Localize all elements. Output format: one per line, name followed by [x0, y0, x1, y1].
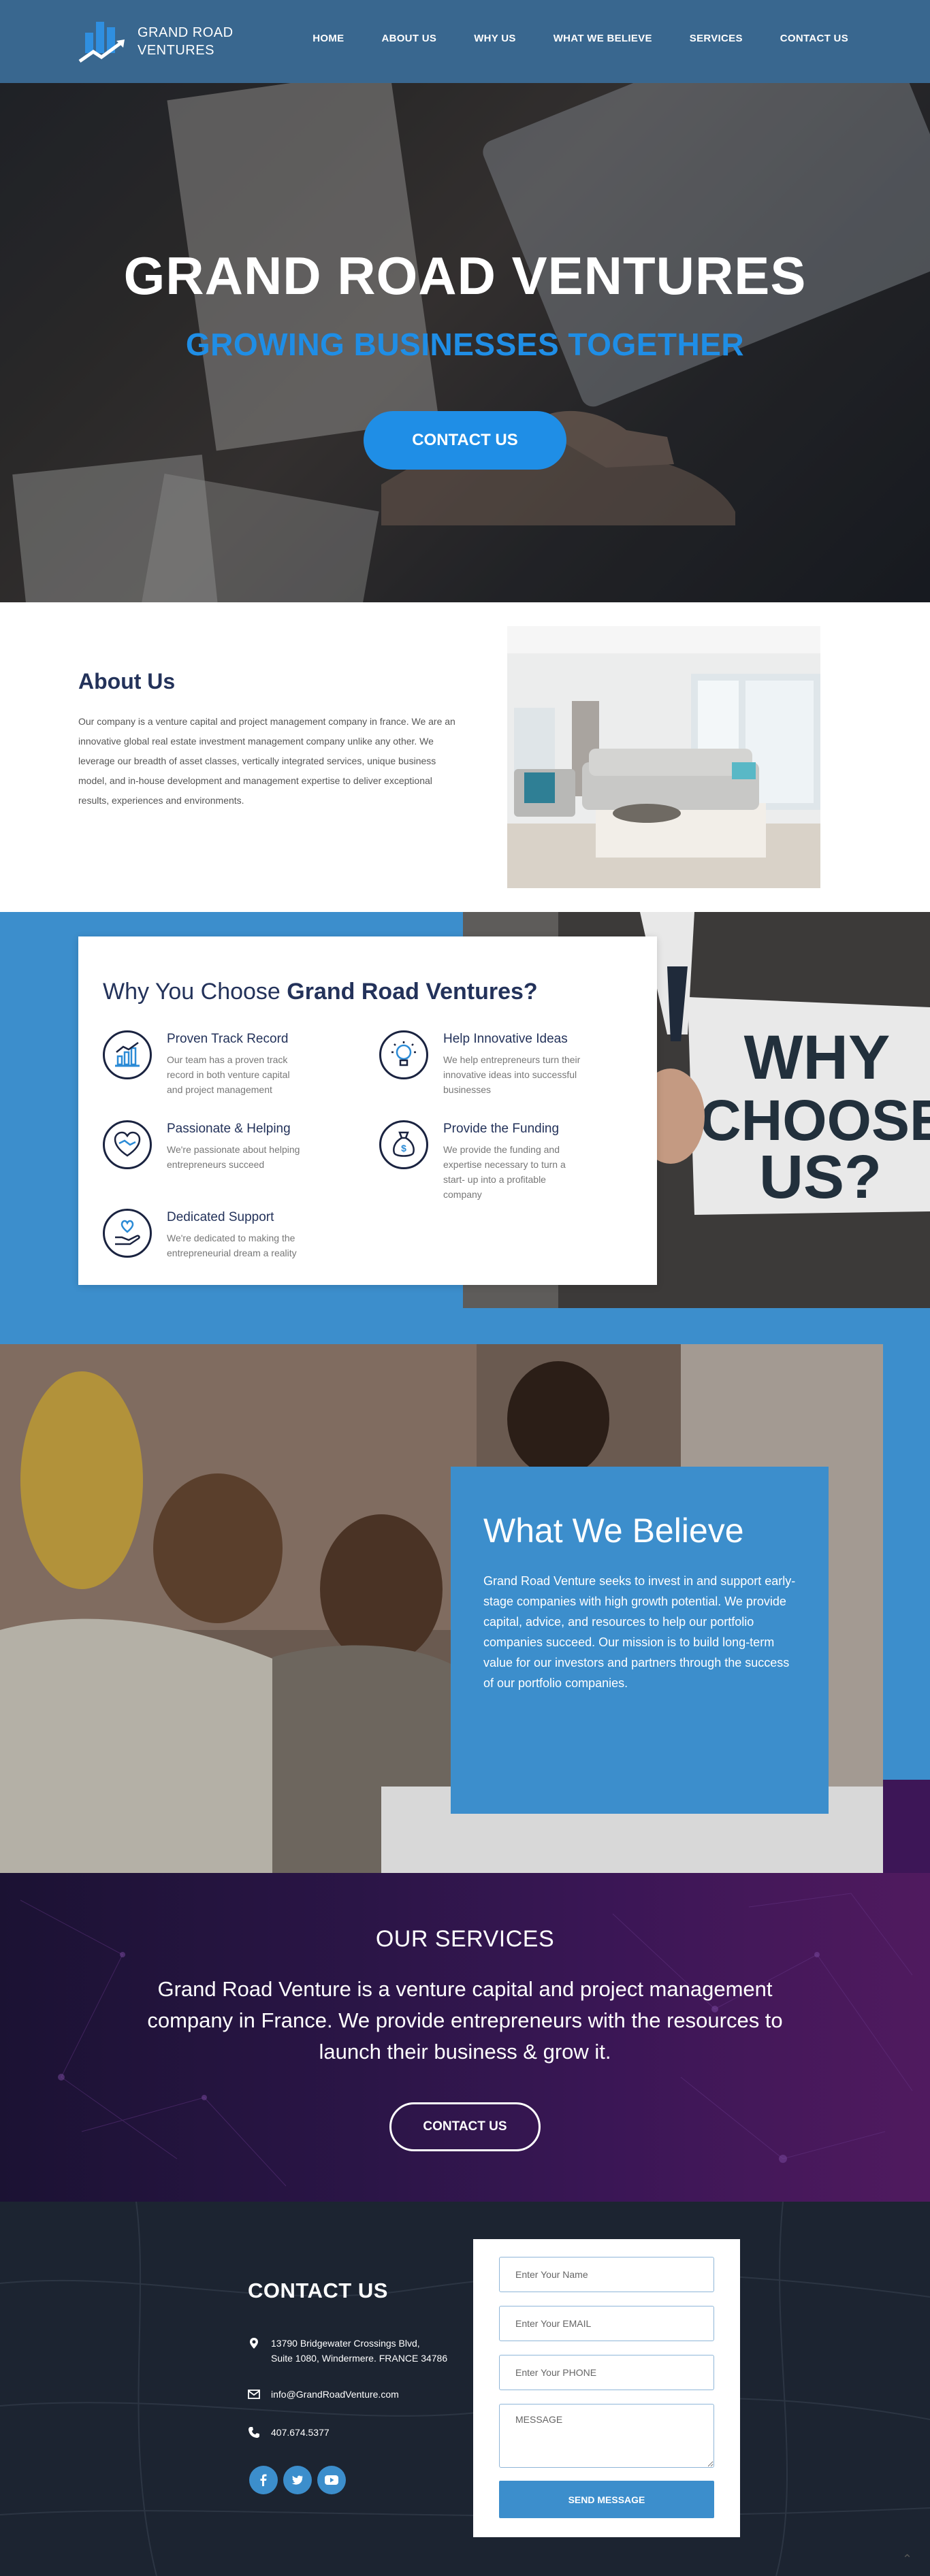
about-heading: About Us	[78, 669, 176, 694]
why-heading: Why You Choose Grand Road Ventures?	[103, 979, 538, 1005]
nav-services[interactable]: SERVICES	[690, 33, 743, 44]
living-room-image	[507, 626, 820, 888]
contact-section: CONTACT US 13790 Bridgewater Crossings B…	[0, 2202, 930, 2576]
services-body: Grand Road Venture is a venture capital …	[147, 1977, 783, 2064]
about-section: About Us Our company is a venture capita…	[0, 602, 930, 912]
believe-section: What We Believe Grand Road Venture seeks…	[0, 1344, 930, 1873]
social-links	[249, 2466, 346, 2494]
why-item-text: We provide the funding and expertise nec…	[443, 1144, 566, 1200]
nav-what-we-believe[interactable]: WHAT WE BELIEVE	[554, 33, 652, 44]
why-item: Passionate & Helping We're passionate abo…	[103, 1120, 307, 1172]
why-heading-bold: Grand Road Ventures?	[287, 979, 538, 1005]
logo[interactable]: GRAND ROAD VENTURES	[78, 12, 234, 70]
why-item-title: Dedicated Support	[167, 1210, 274, 1224]
why-card: Why You Choose Grand Road Ventures? Prov…	[78, 936, 657, 1285]
believe-accent-blue	[883, 1344, 930, 1780]
youtube-icon[interactable]	[317, 2466, 346, 2494]
phone-input[interactable]	[499, 2355, 714, 2390]
why-item-title: Help Innovative Ideas	[443, 1032, 568, 1046]
svg-text:$: $	[401, 1143, 406, 1154]
contact-form: SEND MESSAGE	[473, 2239, 740, 2537]
contact-email[interactable]: info@GrandRoadVenture.com	[248, 2387, 399, 2402]
why-item-text: We're passionate about helping entrepren…	[167, 1144, 300, 1170]
nav-contact-us[interactable]: CONTACT US	[780, 33, 848, 44]
hero-contact-button[interactable]: CONTACT US	[364, 411, 566, 470]
phone-icon	[248, 2427, 259, 2438]
sign-word-us: US?	[759, 1143, 882, 1211]
address-line2: Suite 1080, Windermere. FRANCE 34786	[271, 2353, 448, 2364]
why-item: Proven Track Record Our team has a proven…	[103, 1030, 307, 1097]
believe-card: What We Believe Grand Road Venture seeks…	[451, 1467, 829, 1814]
logo-text: GRAND ROAD VENTURES	[138, 24, 234, 59]
contact-address: 13790 Bridgewater Crossings Blvd, Suite …	[248, 2336, 447, 2366]
believe-body: Grand Road Venture seeks to invest in an…	[483, 1574, 796, 1690]
main-nav: HOME ABOUT US WHY US WHAT WE BELIEVE SER…	[312, 33, 848, 44]
lightbulb-icon	[379, 1030, 428, 1079]
scroll-top-icon[interactable]: ⌃	[902, 2552, 912, 2566]
living-room-illustration	[507, 626, 820, 888]
believe-heading: What We Believe	[483, 1512, 744, 1550]
location-pin-icon	[250, 2338, 258, 2349]
email-input[interactable]	[499, 2306, 714, 2341]
support-hand-icon	[103, 1209, 152, 1258]
send-message-button[interactable]: SEND MESSAGE	[499, 2481, 714, 2518]
why-item: Dedicated Support We're dedicated to maki…	[103, 1209, 307, 1260]
name-input[interactable]	[499, 2257, 714, 2292]
why-item: $ Provide the Funding We provide the fund…	[379, 1120, 583, 1202]
chart-icon	[103, 1030, 152, 1079]
why-item-text: Our team has a proven track record in bo…	[167, 1054, 290, 1095]
why-item-text: We help entrepreneurs turn their innovat…	[443, 1054, 581, 1095]
address-line1: 13790 Bridgewater Crossings Blvd,	[271, 2338, 420, 2349]
phone-text[interactable]: 407.674.5377	[271, 2425, 330, 2440]
message-input[interactable]	[499, 2404, 714, 2468]
facebook-icon[interactable]	[249, 2466, 278, 2494]
sign-word-choose: CHOOSE	[700, 1088, 930, 1152]
why-item-title: Passionate & Helping	[167, 1122, 291, 1136]
money-bag-icon: $	[379, 1120, 428, 1169]
about-body: Our company is a venture capital and pro…	[78, 716, 455, 806]
services-heading: OUR SERVICES	[375, 1926, 555, 1952]
hero-section: GRAND ROAD VENTURES GROWING BUSINESSES T…	[0, 83, 930, 602]
why-item-text: We're dedicated to making the entreprene…	[167, 1233, 297, 1258]
why-item-title: Provide the Funding	[443, 1122, 560, 1136]
services-section: OUR SERVICES Grand Road Venture is a ven…	[0, 1873, 930, 2202]
believe-accent-purple	[883, 1780, 930, 1873]
hero-subtitle: GROWING BUSINESSES TOGETHER	[185, 327, 745, 362]
email-text[interactable]: info@GrandRoadVenture.com	[271, 2387, 399, 2402]
why-item: Help Innovative Ideas We help entrepreneu…	[379, 1030, 583, 1097]
contact-phone[interactable]: 407.674.5377	[248, 2425, 330, 2440]
logo-line1: GRAND ROAD	[138, 25, 234, 40]
logo-line2: VENTURES	[138, 42, 214, 58]
why-item-title: Proven Track Record	[167, 1032, 289, 1046]
nav-about-us[interactable]: ABOUT US	[381, 33, 436, 44]
why-heading-plain: Why You Choose	[103, 979, 287, 1005]
nav-home[interactable]: HOME	[312, 33, 344, 44]
site-header: GRAND ROAD VENTURES HOME ABOUT US WHY US…	[0, 0, 930, 83]
services-contact-button[interactable]: CONTACT US	[389, 2102, 541, 2151]
handshake-icon	[103, 1120, 152, 1169]
logo-bars-icon	[78, 22, 125, 63]
why-section: WHY CHOOSE US? Why You Choose Grand Road…	[0, 912, 930, 1344]
twitter-icon[interactable]	[283, 2466, 312, 2494]
envelope-icon	[248, 2390, 260, 2399]
sign-word-why: WHY	[744, 1023, 891, 1092]
map-background	[0, 2202, 930, 2576]
contact-heading: CONTACT US	[248, 2279, 388, 2302]
hero-title: GRAND ROAD VENTURES	[123, 246, 807, 306]
nav-why-us[interactable]: WHY US	[474, 33, 516, 44]
